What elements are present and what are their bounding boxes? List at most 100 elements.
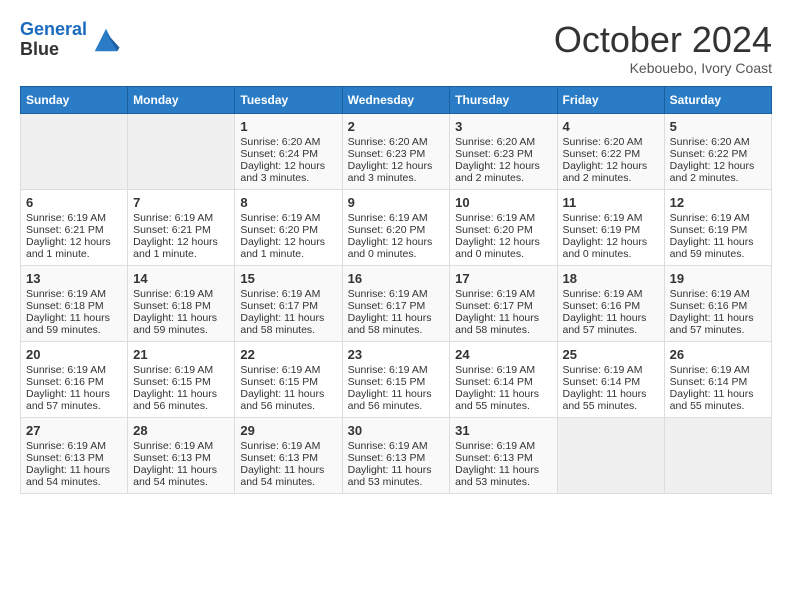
header-day-thursday: Thursday xyxy=(450,86,557,113)
day-info: Sunrise: 6:19 AM xyxy=(670,364,766,376)
day-info: Sunrise: 6:20 AM xyxy=(563,136,659,148)
day-number: 27 xyxy=(26,423,122,438)
day-info: Sunrise: 6:19 AM xyxy=(348,288,445,300)
day-number: 8 xyxy=(240,195,336,210)
day-info: Sunrise: 6:19 AM xyxy=(133,212,229,224)
day-info: Daylight: 11 hours and 56 minutes. xyxy=(133,388,229,412)
day-info: Sunrise: 6:19 AM xyxy=(133,288,229,300)
week-row-0: 1Sunrise: 6:20 AMSunset: 6:24 PMDaylight… xyxy=(21,113,772,189)
day-info: Sunrise: 6:20 AM xyxy=(348,136,445,148)
calendar-body: 1Sunrise: 6:20 AMSunset: 6:24 PMDaylight… xyxy=(21,113,772,493)
day-number: 16 xyxy=(348,271,445,286)
day-number: 4 xyxy=(563,119,659,134)
day-info: Daylight: 11 hours and 55 minutes. xyxy=(563,388,659,412)
day-info: Sunset: 6:15 PM xyxy=(133,376,229,388)
day-number: 23 xyxy=(348,347,445,362)
day-cell: 15Sunrise: 6:19 AMSunset: 6:17 PMDayligh… xyxy=(235,265,342,341)
day-info: Sunrise: 6:19 AM xyxy=(455,364,551,376)
day-info: Sunset: 6:14 PM xyxy=(563,376,659,388)
day-info: Daylight: 12 hours and 2 minutes. xyxy=(455,160,551,184)
day-info: Sunset: 6:13 PM xyxy=(240,452,336,464)
day-cell: 6Sunrise: 6:19 AMSunset: 6:21 PMDaylight… xyxy=(21,189,128,265)
day-number: 30 xyxy=(348,423,445,438)
day-info: Daylight: 11 hours and 53 minutes. xyxy=(348,464,445,488)
day-info: Sunset: 6:17 PM xyxy=(455,300,551,312)
day-info: Daylight: 12 hours and 0 minutes. xyxy=(563,236,659,260)
day-info: Daylight: 11 hours and 58 minutes. xyxy=(240,312,336,336)
day-info: Sunrise: 6:19 AM xyxy=(455,440,551,452)
day-cell: 29Sunrise: 6:19 AMSunset: 6:13 PMDayligh… xyxy=(235,417,342,493)
day-info: Daylight: 12 hours and 2 minutes. xyxy=(563,160,659,184)
logo-icon xyxy=(91,25,121,55)
day-cell: 18Sunrise: 6:19 AMSunset: 6:16 PMDayligh… xyxy=(557,265,664,341)
day-info: Sunrise: 6:19 AM xyxy=(240,440,336,452)
day-info: Sunset: 6:20 PM xyxy=(455,224,551,236)
day-cell: 13Sunrise: 6:19 AMSunset: 6:18 PMDayligh… xyxy=(21,265,128,341)
day-number: 1 xyxy=(240,119,336,134)
day-cell: 3Sunrise: 6:20 AMSunset: 6:23 PMDaylight… xyxy=(450,113,557,189)
day-cell xyxy=(128,113,235,189)
day-number: 9 xyxy=(348,195,445,210)
day-info: Sunset: 6:16 PM xyxy=(670,300,766,312)
logo: GeneralBlue xyxy=(20,20,121,60)
day-info: Sunset: 6:16 PM xyxy=(563,300,659,312)
day-info: Sunset: 6:13 PM xyxy=(133,452,229,464)
day-number: 14 xyxy=(133,271,229,286)
day-info: Daylight: 12 hours and 2 minutes. xyxy=(670,160,766,184)
day-number: 28 xyxy=(133,423,229,438)
day-info: Daylight: 11 hours and 55 minutes. xyxy=(670,388,766,412)
week-row-3: 20Sunrise: 6:19 AMSunset: 6:16 PMDayligh… xyxy=(21,341,772,417)
day-cell: 8Sunrise: 6:19 AMSunset: 6:20 PMDaylight… xyxy=(235,189,342,265)
day-number: 7 xyxy=(133,195,229,210)
day-info: Sunset: 6:22 PM xyxy=(563,148,659,160)
day-number: 15 xyxy=(240,271,336,286)
day-info: Sunset: 6:23 PM xyxy=(348,148,445,160)
day-info: Daylight: 11 hours and 56 minutes. xyxy=(240,388,336,412)
header-day-monday: Monday xyxy=(128,86,235,113)
day-number: 19 xyxy=(670,271,766,286)
day-cell xyxy=(557,417,664,493)
day-cell: 11Sunrise: 6:19 AMSunset: 6:19 PMDayligh… xyxy=(557,189,664,265)
day-info: Sunset: 6:14 PM xyxy=(455,376,551,388)
day-info: Sunset: 6:17 PM xyxy=(240,300,336,312)
day-info: Sunset: 6:18 PM xyxy=(26,300,122,312)
day-info: Daylight: 11 hours and 57 minutes. xyxy=(26,388,122,412)
day-info: Sunset: 6:13 PM xyxy=(348,452,445,464)
header-row: SundayMondayTuesdayWednesdayThursdayFrid… xyxy=(21,86,772,113)
day-cell: 22Sunrise: 6:19 AMSunset: 6:15 PMDayligh… xyxy=(235,341,342,417)
day-info: Daylight: 11 hours and 55 minutes. xyxy=(455,388,551,412)
day-info: Sunset: 6:15 PM xyxy=(348,376,445,388)
day-info: Sunset: 6:13 PM xyxy=(26,452,122,464)
day-cell: 28Sunrise: 6:19 AMSunset: 6:13 PMDayligh… xyxy=(128,417,235,493)
day-info: Daylight: 11 hours and 56 minutes. xyxy=(348,388,445,412)
day-cell: 10Sunrise: 6:19 AMSunset: 6:20 PMDayligh… xyxy=(450,189,557,265)
day-info: Sunrise: 6:19 AM xyxy=(26,212,122,224)
day-number: 18 xyxy=(563,271,659,286)
day-info: Sunset: 6:22 PM xyxy=(670,148,766,160)
day-cell xyxy=(664,417,771,493)
day-info: Sunrise: 6:19 AM xyxy=(26,440,122,452)
day-info: Sunrise: 6:19 AM xyxy=(563,364,659,376)
title-section: October 2024 Kebouebo, Ivory Coast xyxy=(554,20,772,76)
day-number: 20 xyxy=(26,347,122,362)
day-info: Sunrise: 6:19 AM xyxy=(240,212,336,224)
day-number: 10 xyxy=(455,195,551,210)
day-info: Sunset: 6:23 PM xyxy=(455,148,551,160)
day-cell: 23Sunrise: 6:19 AMSunset: 6:15 PMDayligh… xyxy=(342,341,450,417)
day-cell: 17Sunrise: 6:19 AMSunset: 6:17 PMDayligh… xyxy=(450,265,557,341)
location: Kebouebo, Ivory Coast xyxy=(554,60,772,76)
day-cell: 26Sunrise: 6:19 AMSunset: 6:14 PMDayligh… xyxy=(664,341,771,417)
day-cell: 12Sunrise: 6:19 AMSunset: 6:19 PMDayligh… xyxy=(664,189,771,265)
day-info: Sunrise: 6:20 AM xyxy=(240,136,336,148)
day-number: 29 xyxy=(240,423,336,438)
day-info: Sunset: 6:20 PM xyxy=(240,224,336,236)
day-cell: 30Sunrise: 6:19 AMSunset: 6:13 PMDayligh… xyxy=(342,417,450,493)
day-cell: 20Sunrise: 6:19 AMSunset: 6:16 PMDayligh… xyxy=(21,341,128,417)
week-row-4: 27Sunrise: 6:19 AMSunset: 6:13 PMDayligh… xyxy=(21,417,772,493)
logo-text: GeneralBlue xyxy=(20,20,87,60)
page-header: GeneralBlue October 2024 Kebouebo, Ivory… xyxy=(20,20,772,76)
day-info: Daylight: 11 hours and 53 minutes. xyxy=(455,464,551,488)
day-number: 3 xyxy=(455,119,551,134)
day-info: Daylight: 11 hours and 59 minutes. xyxy=(670,236,766,260)
day-cell: 7Sunrise: 6:19 AMSunset: 6:21 PMDaylight… xyxy=(128,189,235,265)
